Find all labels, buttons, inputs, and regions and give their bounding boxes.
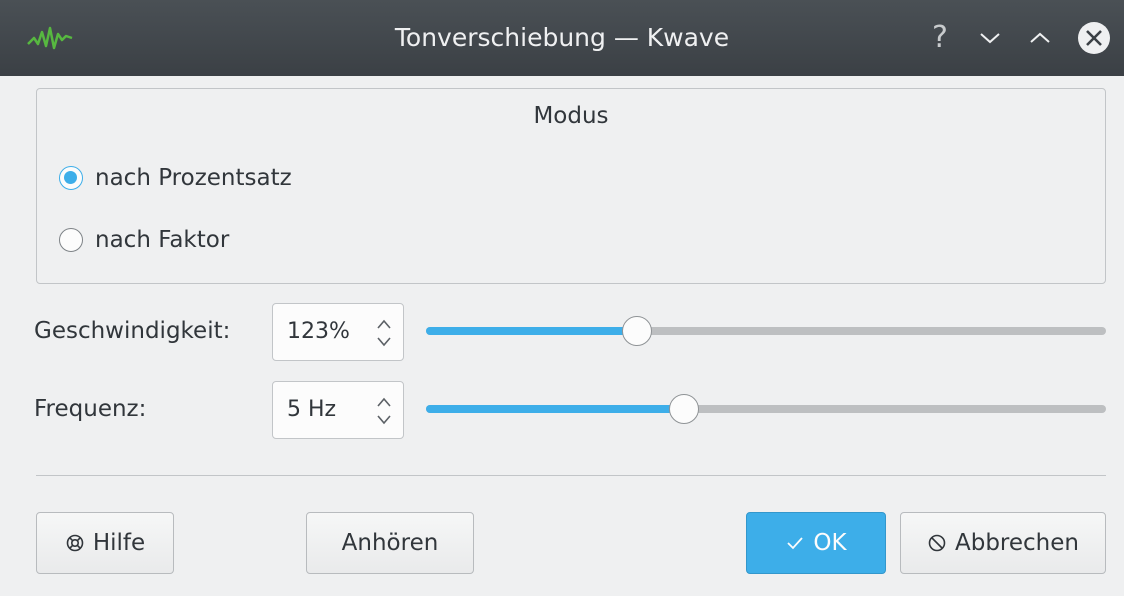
slider-fill: [426, 327, 637, 335]
help-button-label: Hilfe: [92, 530, 146, 556]
minimize-icon[interactable]: [970, 18, 1010, 58]
ok-button[interactable]: OK: [746, 512, 886, 574]
maximize-icon[interactable]: [1020, 18, 1060, 58]
frequency-spinbox[interactable]: 5 Hz: [272, 381, 404, 439]
help-icon[interactable]: ?: [920, 18, 960, 58]
radio-label-percentage: nach Prozentsatz: [95, 165, 292, 191]
close-icon[interactable]: [1074, 18, 1114, 58]
lifebuoy-icon: [65, 533, 85, 553]
checkmark-icon: [785, 535, 805, 551]
speed-value: 123%: [287, 319, 350, 344]
mode-group-title: Modus: [533, 103, 609, 129]
slider-handle[interactable]: [621, 316, 652, 346]
help-button[interactable]: Hilfe: [36, 512, 174, 574]
radio-by-percentage[interactable]: nach Prozentsatz: [59, 165, 292, 191]
frequency-label: Frequenz:: [34, 396, 147, 422]
frequency-value: 5 Hz: [287, 397, 337, 422]
radio-button-unchecked[interactable]: [59, 228, 83, 252]
mode-groupbox: Modus nach Prozentsatz nach Faktor: [36, 88, 1106, 284]
radio-button-checked[interactable]: [59, 166, 83, 190]
cancel-icon: [927, 533, 947, 553]
speed-spinbox[interactable]: 123%: [272, 303, 404, 361]
radio-label-factor: nach Faktor: [95, 227, 230, 253]
spin-arrows-icon[interactable]: [375, 316, 393, 350]
title-bar: Tonverschiebung — Kwave ?: [0, 0, 1124, 76]
slider-handle[interactable]: [669, 394, 700, 424]
cancel-button-label: Abbrechen: [955, 530, 1079, 556]
ok-button-label: OK: [813, 530, 847, 556]
spin-arrows-icon[interactable]: [375, 394, 393, 428]
listen-button-label: Anhören: [341, 530, 439, 556]
listen-button[interactable]: Anhören: [306, 512, 474, 574]
speed-label: Geschwindigkeit:: [34, 318, 231, 344]
slider-fill: [426, 405, 685, 413]
frequency-slider[interactable]: [426, 394, 1106, 424]
speed-slider[interactable]: [426, 316, 1106, 346]
divider: [36, 475, 1106, 476]
radio-by-factor[interactable]: nach Faktor: [59, 227, 229, 253]
cancel-button[interactable]: Abbrechen: [900, 512, 1106, 574]
